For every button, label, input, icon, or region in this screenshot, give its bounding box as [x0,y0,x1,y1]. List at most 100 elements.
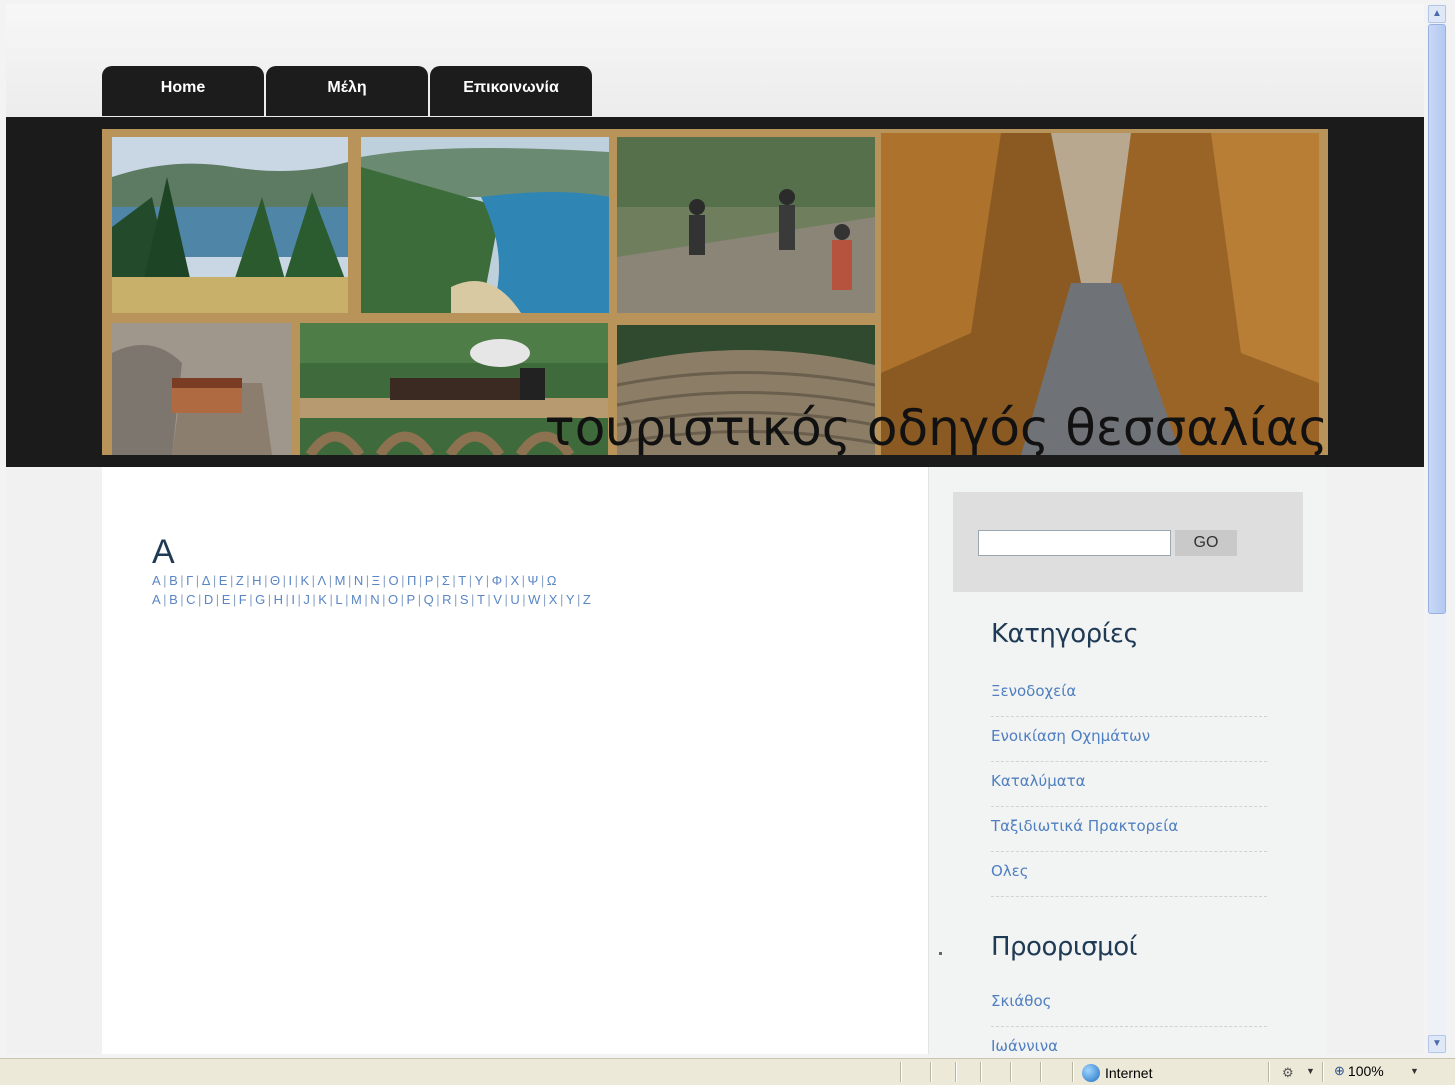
greek-letter-link[interactable]: Ρ [425,573,435,588]
greek-letter-link[interactable]: Κ [300,573,310,588]
latin-letter-link[interactable]: K [318,592,328,607]
site-title: τουριστικός οδηγός θεσσαλίας [544,399,1328,455]
latin-letter-link[interactable]: I [291,592,296,607]
latin-letter-link[interactable]: X [549,592,559,607]
destinations-heading: Προορισμοί [991,932,1137,962]
latin-letter-link[interactable]: G [255,592,267,607]
latin-letter-link[interactable]: T [477,592,486,607]
category-car-rental[interactable]: Ενοικίαση Οχημάτων [991,717,1267,762]
greek-letter-link[interactable]: Ζ [236,573,245,588]
greek-letter-link[interactable]: Υ [475,573,485,588]
letter-separator: | [577,592,582,607]
greek-letter-link[interactable]: Ξ [372,573,382,588]
latin-letter-link[interactable]: V [493,592,503,607]
latin-letter-link[interactable]: R [442,592,453,607]
browser-viewport: Home Μέλη Επικοινωνία τουριστικός οδηγός… [6,4,1424,1054]
letter-separator: | [215,592,221,607]
zoom-control[interactable]: ⊕ 100% [1334,1063,1384,1079]
latin-letter-link[interactable]: W [528,592,542,607]
status-divider [980,1062,981,1082]
vertical-scrollbar[interactable]: ▲ ▼ [1427,4,1447,1054]
greek-letter-link[interactable]: Η [252,573,263,588]
letter-separator: | [232,592,238,607]
lake-photo [112,137,348,313]
category-all[interactable]: Ολες [991,852,1267,897]
header-banner: τουριστικός οδηγός θεσσαλίας [102,129,1328,455]
status-divider [930,1062,931,1082]
greek-letter-link[interactable]: Σ [442,573,452,588]
greek-letter-link[interactable]: Τ [458,573,467,588]
letter-separator: | [311,573,317,588]
letter-separator: | [468,573,474,588]
scroll-down-arrow-icon[interactable]: ▼ [1428,1035,1446,1053]
greek-letter-link[interactable]: Ι [288,573,293,588]
latin-letter-link[interactable]: A [152,592,162,607]
greek-letter-link[interactable]: Λ [318,573,328,588]
bullet-dot [939,952,942,955]
latin-letter-link[interactable]: Z [583,592,592,607]
go-button[interactable]: GO [1175,530,1237,556]
letter-separator: | [345,592,350,607]
latin-letter-link[interactable]: L [335,592,344,607]
latin-letter-link[interactable]: N [370,592,381,607]
letter-separator: | [347,573,353,588]
letter-separator: | [365,573,371,588]
destination-skiathos[interactable]: Σκιάθος [991,982,1267,1027]
search-input[interactable] [978,530,1171,556]
latin-letter-link[interactable]: B [169,592,179,607]
latin-letter-link[interactable]: H [274,592,285,607]
status-divider [900,1062,901,1082]
latin-letter-link[interactable]: E [222,592,232,607]
letter-separator: | [401,573,406,588]
protected-mode-icon[interactable]: ⚙ [1282,1065,1302,1081]
main-content: Α Α|Β|Γ|Δ|Ε|Ζ|Η|Θ|Ι|Κ|Λ|Μ|Ν|Ξ|Ο|Π|Ρ|Σ|Τ|… [102,467,928,1054]
destinations-list: Σκιάθος Ιωάννινα [991,982,1267,1054]
tab-home[interactable]: Home [102,66,264,116]
latin-letter-link[interactable]: Q [424,592,436,607]
greek-letter-link[interactable]: Ν [354,573,365,588]
scrollbar-thumb[interactable] [1428,24,1446,614]
category-travel-agencies[interactable]: Ταξιδιωτικά Πρακτορεία [991,807,1267,852]
latin-letter-link[interactable]: O [388,592,400,607]
status-divider [1010,1062,1011,1082]
latin-letter-link[interactable]: D [204,592,215,607]
globe-icon [1082,1064,1100,1082]
tab-contact[interactable]: Επικοινωνία [430,66,592,116]
top-band: Home Μέλη Επικοινωνία [6,4,1424,117]
latin-letter-link[interactable]: Y [566,592,576,607]
greek-letter-link[interactable]: Χ [510,573,520,588]
chevron-down-icon[interactable]: ▼ [1410,1066,1419,1076]
latin-letter-link[interactable]: S [460,592,470,607]
greek-letter-link[interactable]: Γ [186,573,195,588]
greek-letter-link[interactable]: Ψ [528,573,540,588]
greek-letter-link[interactable]: Ο [388,573,400,588]
sidebar: GO Κατηγορίες Ξενοδοχεία Ενοικίαση Οχημά… [928,467,1326,1054]
monastery-photo [112,323,292,455]
greek-letter-link[interactable]: Ε [219,573,229,588]
greek-letter-link[interactable]: Δ [202,573,212,588]
latin-letter-link[interactable]: P [407,592,417,607]
greek-letter-link[interactable]: Μ [335,573,347,588]
category-hotels[interactable]: Ξενοδοχεία [991,672,1267,717]
letter-separator: | [435,573,441,588]
latin-letter-link[interactable]: U [510,592,521,607]
greek-letter-link[interactable]: Π [407,573,418,588]
letter-separator: | [198,592,203,607]
latin-letter-link[interactable]: C [186,592,197,607]
letter-separator: | [521,573,527,588]
status-divider [1072,1062,1073,1082]
letter-separator: | [267,592,273,607]
greek-letter-link[interactable]: Θ [270,573,282,588]
chevron-down-icon[interactable]: ▼ [1306,1066,1315,1076]
category-accommodation[interactable]: Καταλύματα [991,762,1267,807]
latin-letter-link[interactable]: M [351,592,363,607]
search-box: GO [953,492,1303,592]
tab-members[interactable]: Μέλη [266,66,428,116]
destination-ioannina[interactable]: Ιωάννινα [991,1027,1267,1054]
greek-letter-link[interactable]: Φ [492,573,504,588]
latin-letter-link[interactable]: F [239,592,248,607]
greek-letter-link[interactable]: Α [152,573,162,588]
scroll-up-arrow-icon[interactable]: ▲ [1428,5,1446,23]
greek-letter-link[interactable]: Ω [547,573,558,588]
greek-letter-link[interactable]: Β [169,573,179,588]
